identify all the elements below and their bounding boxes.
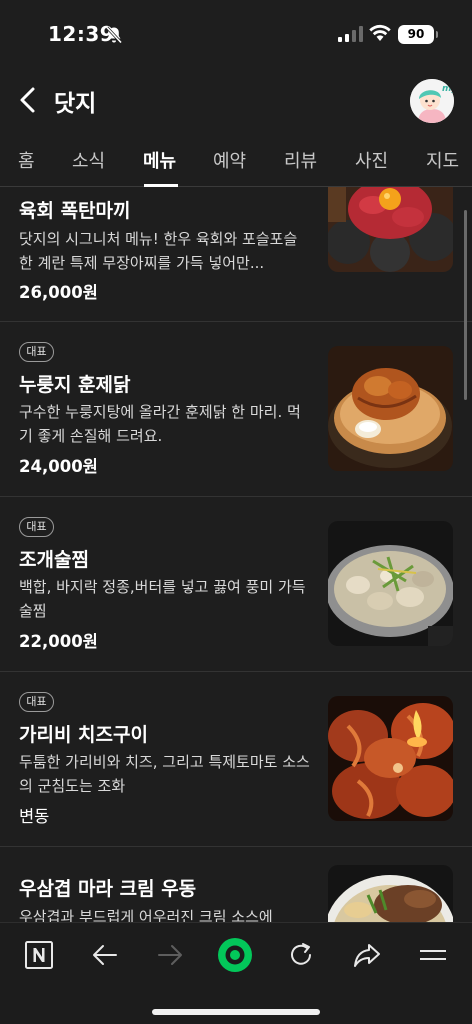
menu-item-photo [328, 696, 453, 821]
battery-indicator: 90 [398, 25, 438, 44]
page-title: 닷지 [54, 91, 97, 117]
tab-menu[interactable]: 메뉴 [143, 147, 176, 173]
tab-map[interactable]: 지도 [426, 147, 459, 173]
menu-item[interactable]: 대표 누룽지 훈제닭 구수한 누룽지탕에 올라간 훈제닭 한 마리. 먹기 좋게… [0, 322, 472, 497]
back-chevron-icon[interactable] [14, 84, 42, 116]
menu-item-name: 우삼겹 마라 크림 우동 [19, 878, 197, 900]
menu-item-price: 26,000원 [19, 283, 98, 302]
green-dot-icon[interactable] [217, 937, 253, 973]
avatar[interactable]: my [410, 79, 454, 123]
menu-item[interactable]: 우삼겹 마라 크림 우동 우삼겹과 부드럽게 어우러진 크림 소스에 [0, 847, 472, 922]
menu-item-description: 두툼한 가리비와 치즈, 그리고 특제토마토 소스의 군침도는 조화 [19, 753, 310, 795]
menu-item-photo [328, 521, 453, 646]
menu-item[interactable]: 육회 폭탄마끼 닷지의 시그니처 메뉴! 한우 육회와 포슬포슬한 계란 특제 … [0, 187, 472, 322]
home-indicator[interactable] [152, 1009, 320, 1015]
menu-item-photo [328, 187, 453, 272]
avatar-character-icon: my [410, 79, 454, 123]
menu-item[interactable]: 대표 조개술찜 백합, 바지락 정종,버터를 넣고 끓여 풍미 가득 술찜 22… [0, 497, 472, 672]
menu-item-description: 구수한 누룽지탕에 올라간 훈제닭 한 마리. 먹기 좋게 손질해 드려요. [19, 403, 301, 445]
browser-bottom-bar [0, 922, 472, 1024]
share-icon[interactable] [349, 937, 385, 973]
cellular-signal-icon [338, 26, 363, 42]
naver-n-icon[interactable] [21, 937, 57, 973]
tab-bar: 홈 소식 메뉴 예약 리뷰 사진 지도 [0, 132, 472, 187]
avatar-my-label: my [442, 84, 454, 94]
tab-news[interactable]: 소식 [72, 147, 105, 173]
refresh-icon[interactable] [283, 937, 319, 973]
menu-item-description: 백합, 바지락 정종,버터를 넣고 끓여 풍미 가득 술찜 [19, 578, 306, 620]
menu-item[interactable]: 대표 가리비 치즈구이 두툼한 가리비와 치즈, 그리고 특제토마토 소스의 군… [0, 672, 472, 847]
menu-item-price: 22,000원 [19, 632, 98, 651]
menu-item-description: 우삼겹과 부드럽게 어우러진 크림 소스에 [19, 908, 273, 922]
wifi-icon [369, 24, 391, 41]
tab-review[interactable]: 리뷰 [284, 147, 317, 173]
bell-muted-icon [105, 26, 123, 44]
signature-badge: 대표 [19, 692, 54, 712]
menu-item-description: 닷지의 시그니처 메뉴! 한우 육회와 포슬포슬한 계란 특제 무장아찌를 가득… [19, 227, 311, 275]
signature-badge: 대표 [19, 517, 54, 537]
menu-icon[interactable] [415, 937, 451, 973]
forward-arrow-icon[interactable] [152, 937, 188, 973]
tab-home[interactable]: 홈 [18, 147, 35, 173]
scrollbar[interactable] [464, 210, 467, 400]
menu-item-price: 변동 [19, 807, 50, 826]
signature-badge: 대표 [19, 342, 54, 362]
menu-item-price: 24,000원 [19, 457, 98, 476]
menu-item-name: 조개술찜 [19, 549, 89, 571]
menu-item-name: 누룽지 훈제닭 [19, 374, 131, 396]
menu-item-description-text: 닷지의 시그니처 메뉴! 한우 육회와 포슬포슬한 계란 특제 무장아찌를 가득… [19, 230, 298, 272]
menu-item-name: 가리비 치즈구이 [19, 724, 148, 746]
app-header: 닷지 my [0, 70, 472, 132]
menu-item-photo [328, 865, 453, 922]
status-bar: 12:39 90 [0, 0, 472, 70]
menu-list: 육회 폭탄마끼 닷지의 시그니처 메뉴! 한우 육회와 포슬포슬한 계란 특제 … [0, 187, 472, 922]
back-arrow-icon[interactable] [87, 937, 123, 973]
tab-reservation[interactable]: 예약 [213, 147, 246, 173]
tab-photo[interactable]: 사진 [355, 147, 388, 173]
menu-item-photo [328, 346, 453, 471]
menu-item-name: 육회 폭탄마끼 [19, 200, 131, 222]
